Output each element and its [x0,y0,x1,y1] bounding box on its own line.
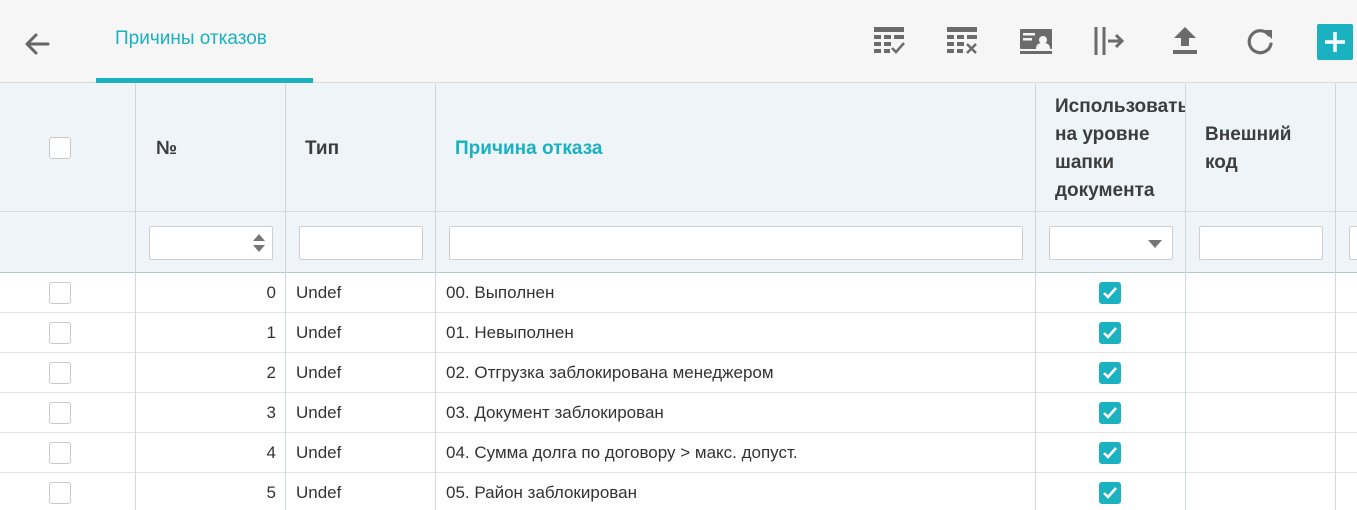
external-code-line-2: код [1205,152,1238,173]
row-header-level-checkbox[interactable] [1099,402,1121,424]
column-divider [1035,83,1036,510]
number-filter-input[interactable] [149,226,273,260]
row-number: 0 [266,283,276,302]
row-external-code [1196,393,1326,432]
column-divider [435,83,436,510]
row-select-checkbox[interactable] [49,482,71,504]
row-number: 1 [266,323,276,342]
row-type: Undef [296,483,342,502]
table-row[interactable]: 4 Undef 04. Сумма долга по договору > макс… [0,433,1357,473]
column-header-external-code[interactable]: Внешний код [1205,121,1291,177]
row-select-checkbox[interactable] [49,362,71,384]
split-columns-icon[interactable] [1092,24,1126,58]
row-number: 2 [266,363,276,382]
row-select-checkbox[interactable] [49,322,71,344]
row-external-code [1196,353,1326,392]
row-select-checkbox[interactable] [49,442,71,464]
row-reason: 03. Документ заблокирован [446,403,664,422]
row-reason: 01. Невыполнен [446,323,574,342]
row-select-checkbox[interactable] [49,282,71,304]
row-type: Undef [296,403,342,422]
data-grid: № Тип Причина отказа Использовать на уро… [0,83,1357,510]
table-row[interactable]: 0 Undef 00. Выполнен [0,273,1357,313]
presentation-user-icon[interactable] [1019,24,1053,58]
row-reason: 02. Отгрузка заблокирована менеджером [446,363,774,382]
tab-title: Причины отказов [115,28,267,49]
row-number: 4 [266,443,276,462]
column-divider [1185,83,1186,510]
header-row: № Тип Причина отказа Использовать на уро… [0,83,1357,212]
header-level-line-2: на уровне [1055,124,1150,145]
row-type: Undef [296,443,342,462]
column-header-number[interactable]: № [156,135,177,163]
refresh-icon[interactable] [1243,24,1277,58]
row-external-code [1196,433,1326,472]
table-row[interactable]: 3 Undef 03. Документ заблокирован [0,393,1357,433]
column-divider [135,83,136,510]
column-divider [1335,83,1336,510]
row-external-code [1196,313,1326,352]
row-reason: 00. Выполнен [446,283,555,302]
type-filter-input[interactable] [299,226,423,260]
row-header-level-checkbox[interactable] [1099,362,1121,384]
upload-icon[interactable] [1168,24,1202,58]
extra-filter-input[interactable] [1349,226,1357,260]
table-row[interactable]: 2 Undef 02. Отгрузка заблокирована менедже… [0,353,1357,393]
row-header-level-checkbox[interactable] [1099,482,1121,504]
row-external-code [1196,273,1326,312]
row-header-level-checkbox[interactable] [1099,282,1121,304]
row-type: Undef [296,283,342,302]
add-button[interactable] [1317,24,1353,60]
sort-stepper-icon[interactable] [252,233,266,253]
row-type: Undef [296,323,342,342]
row-reason: 04. Сумма долга по договору > макс. допу… [446,443,798,462]
row-number: 5 [266,483,276,502]
table-check-icon[interactable] [872,24,906,58]
column-header-reason[interactable]: Причина отказа [455,135,602,163]
column-divider [285,83,286,510]
reason-filter-input[interactable] [449,226,1023,260]
row-select-checkbox[interactable] [49,402,71,424]
row-external-code [1196,473,1326,510]
header-level-line-4: документа [1055,180,1155,201]
header-level-line-3: шапки [1055,152,1115,173]
row-header-level-checkbox[interactable] [1099,442,1121,464]
tab-refusal-reasons[interactable]: Причины отказов [96,0,313,83]
row-type: Undef [296,363,342,382]
plus-icon [1325,32,1345,52]
back-arrow-icon[interactable] [22,29,52,59]
header-level-filter-select[interactable] [1049,226,1173,260]
top-bar: Причины отказов [0,0,1357,83]
column-header-type[interactable]: Тип [305,135,339,163]
external-code-line-1: Внешний [1205,124,1292,145]
column-header-header-level[interactable]: Использовать на уровне шапки документа [1055,93,1185,205]
chevron-down-icon [1148,240,1162,248]
external-code-filter-input[interactable] [1199,226,1323,260]
header-level-line-1: Использовать [1055,96,1185,117]
table-remove-icon[interactable] [945,24,979,58]
table-row[interactable]: 5 Undef 05. Район заблокирован [0,473,1357,510]
table-row[interactable]: 1 Undef 01. Невыполнен [0,313,1357,353]
row-reason: 05. Район заблокирован [446,483,637,502]
row-number: 3 [266,403,276,422]
row-header-level-checkbox[interactable] [1099,322,1121,344]
select-all-checkbox[interactable] [49,137,71,159]
